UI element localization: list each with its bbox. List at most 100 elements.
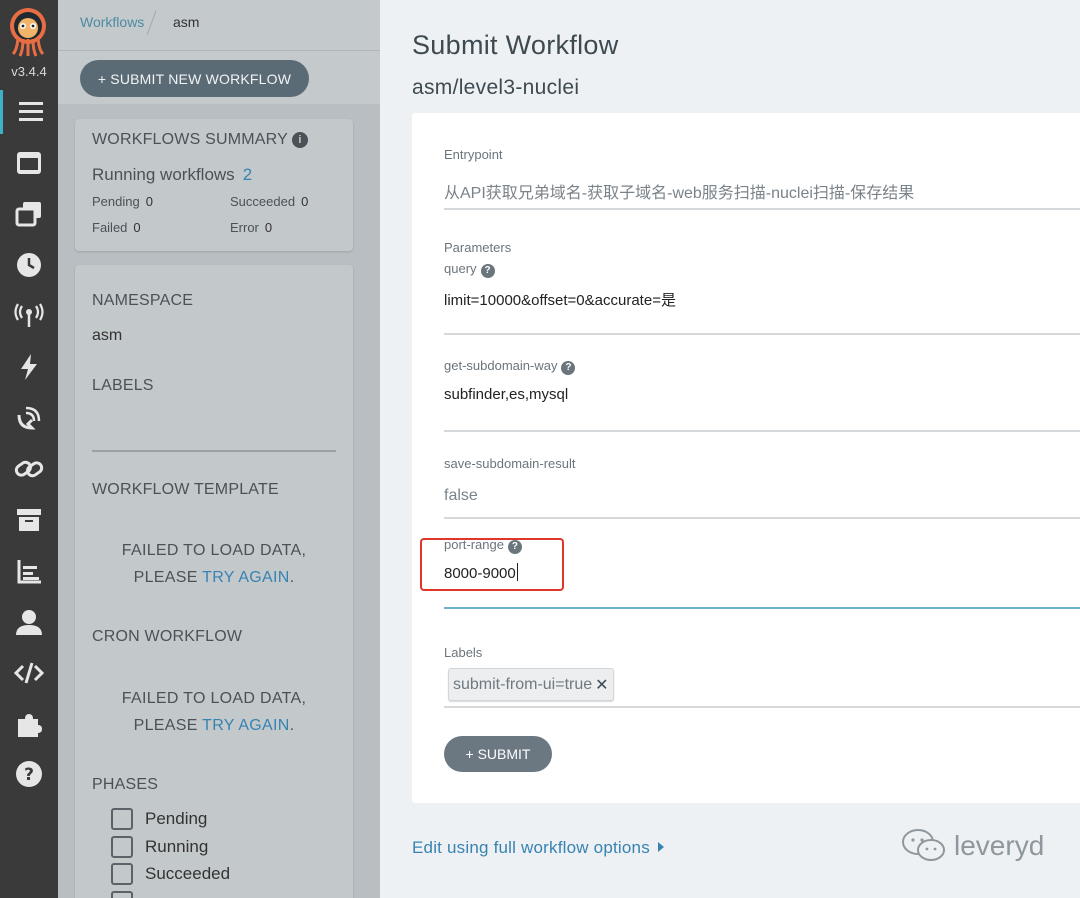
parameters-label: Parameters (444, 240, 512, 255)
cron-error-prefix: PLEASE (133, 717, 203, 734)
template-load-error: FAILED TO LOAD DATA, PLEASE TRY AGAIN. (75, 537, 353, 591)
submit-new-workflow-button[interactable]: + SUBMIT NEW WORKFLOW (80, 60, 309, 97)
query-underline (444, 333, 1080, 335)
checkbox-icon[interactable] (111, 863, 133, 885)
labels-filter-title: LABELS (92, 377, 154, 394)
reports-chart-icon[interactable] (0, 549, 58, 593)
watermark-text: leveryd (954, 830, 1045, 861)
close-icon[interactable]: ✕ (595, 675, 608, 695)
caret-right-icon (657, 842, 664, 852)
label-chip-text: submit-from-ui=true (453, 675, 593, 693)
summary-title-text: WORKFLOWS SUMMARY (92, 131, 289, 148)
failed-stat: Failed 0 (92, 220, 141, 235)
phase-checkbox-running[interactable]: Running (111, 836, 208, 858)
running-count[interactable]: 2 (243, 165, 252, 184)
ssr-underline (444, 517, 1080, 519)
get-subdomain-way-input[interactable]: subfinder,es,mysql (444, 386, 568, 403)
event-flow-icon[interactable] (0, 396, 58, 440)
breadcrumb-workflows-link[interactable]: Workflows (80, 14, 144, 30)
template-try-again-link[interactable]: TRY AGAIN (202, 569, 289, 586)
edit-full-options-link[interactable]: Edit using full workflow options (412, 838, 664, 858)
error-stat: Error 0 (230, 220, 272, 235)
gsw-underline (444, 430, 1080, 432)
cluster-templates-nav-icon[interactable] (0, 192, 58, 236)
help-icon[interactable]: ? (0, 752, 58, 796)
edit-link-text[interactable]: Edit using full workflow options (412, 838, 650, 857)
pending-count: 0 (145, 194, 153, 209)
entrypoint-select[interactable]: 从API获取兄弟域名-获取子域名-web服务扫描-nuclei扫描-保存结果 (444, 179, 914, 203)
templates-nav-icon[interactable] (0, 141, 58, 185)
link-icon[interactable] (0, 447, 58, 491)
pending-stat: Pending 0 (92, 194, 153, 209)
phase-checkbox-cutoff[interactable] (111, 891, 145, 898)
running-label: Running workflows (92, 165, 235, 184)
workflow-name: asm/level3-nuclei (412, 76, 580, 99)
succeeded-count: 0 (301, 194, 309, 209)
error-count: 0 (264, 220, 273, 235)
template-error-line1: FAILED TO LOAD DATA, (121, 542, 307, 559)
breadcrumb-current: asm (173, 14, 200, 30)
annotation-highlight-box (420, 538, 564, 591)
cron-try-again-link[interactable]: TRY AGAIN (202, 717, 289, 734)
phase-checkbox-pending[interactable]: Pending (111, 808, 207, 830)
cron-load-error: FAILED TO LOAD DATA, PLEASE TRY AGAIN. (75, 685, 353, 739)
workflows-nav-icon[interactable] (0, 90, 58, 134)
namespace-title: NAMESPACE (92, 292, 194, 309)
submit-button[interactable]: + SUBMIT (444, 736, 552, 772)
query-label: query? (444, 261, 495, 278)
template-error-suffix: . (289, 569, 295, 586)
cron-clock-icon[interactable] (0, 243, 58, 287)
checkbox-icon[interactable] (111, 891, 133, 898)
workflows-summary-card: WORKFLOWS SUMMARY i Running workflows 2 Pe… (75, 119, 353, 251)
query-input[interactable]: limit=10000&offset=0&accurate=是 (444, 289, 676, 310)
query-label-text: query (444, 261, 477, 276)
phase-checkbox-succeeded[interactable]: Succeeded (111, 863, 230, 885)
get-subdomain-way-label: get-subdomain-way? (444, 358, 576, 375)
argo-logo-icon[interactable] (7, 6, 49, 58)
cron-error-line2: PLEASE TRY AGAIN. (75, 712, 353, 739)
page-title: Submit Workflow (412, 30, 619, 60)
checkbox-icon[interactable] (111, 808, 133, 830)
namespace-input[interactable]: asm (92, 327, 122, 345)
running-workflows: Running workflows 2 (92, 165, 252, 185)
save-subdomain-result-select[interactable]: false (444, 487, 478, 505)
wechat-icon (902, 829, 945, 861)
svg-text:?: ? (24, 765, 34, 785)
cron-error-suffix: . (289, 717, 295, 734)
watermark: leveryd (900, 828, 1044, 864)
info-icon[interactable]: i (292, 132, 309, 148)
succeeded-label: Succeeded (230, 194, 296, 209)
version-label: v3.4.4 (11, 64, 47, 79)
succeeded-stat: Succeeded 0 (230, 194, 308, 209)
sensors-bolt-icon[interactable] (0, 345, 58, 389)
cron-workflow-title: CRON WORKFLOW (92, 628, 243, 645)
port-range-underline (444, 607, 1080, 609)
save-subdomain-result-label: save-subdomain-result (444, 456, 576, 471)
phases-title: PHASES (92, 776, 159, 793)
labels-underline[interactable] (444, 706, 1080, 708)
entrypoint-underline (444, 208, 1080, 210)
failed-count: 0 (133, 220, 141, 235)
help-icon[interactable]: ? (480, 264, 495, 278)
checkbox-icon[interactable] (111, 836, 133, 858)
labels-label: Labels (444, 645, 483, 660)
workflow-template-title: WORKFLOW TEMPLATE (92, 481, 279, 498)
phase-label: Pending (145, 809, 208, 828)
label-chip: submit-from-ui=true ✕ (448, 668, 614, 701)
filters-card: NAMESPACE asm LABELS WORKFLOW TEMPLATE F… (75, 265, 353, 898)
left-nav: v3.4.4 ? (0, 0, 58, 898)
error-label: Error (230, 220, 259, 235)
cron-error-line1: FAILED TO LOAD DATA, (121, 690, 307, 707)
api-docs-code-icon[interactable] (0, 651, 58, 695)
failed-label: Failed (92, 220, 128, 235)
archive-icon[interactable] (0, 498, 58, 542)
event-sources-icon[interactable] (0, 294, 58, 338)
template-error-line2: PLEASE TRY AGAIN. (75, 564, 353, 591)
pending-label: Pending (92, 194, 140, 209)
labels-input-underline[interactable] (92, 450, 336, 452)
plugins-puzzle-icon[interactable] (0, 702, 58, 746)
help-icon[interactable]: ? (561, 361, 576, 375)
user-icon[interactable] (0, 600, 58, 644)
gsw-label-text: get-subdomain-way (444, 358, 558, 373)
phase-label: Succeeded (145, 864, 231, 883)
